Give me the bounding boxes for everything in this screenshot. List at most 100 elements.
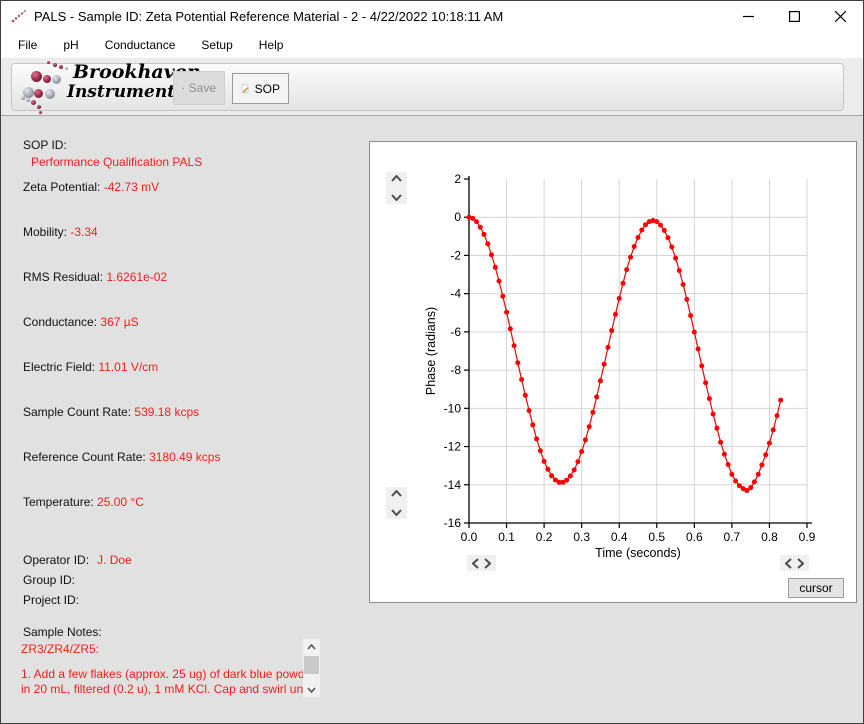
app-logo-icon (10, 8, 28, 24)
id-label: Group ID: (23, 573, 75, 587)
logo-dot (26, 98, 30, 102)
logo-dot (65, 67, 68, 70)
menu-item-help[interactable]: Help (246, 34, 297, 56)
y-axis-upper-spinner (386, 172, 407, 204)
menu-bar: FilepHConductanceSetupHelp (1, 31, 863, 58)
result-label: Sample Count Rate: (23, 405, 131, 419)
sample-notes-text: in 20 mL, filtered (0.2 u), 1 mM KCl. Ca… (21, 682, 312, 696)
logo-dot (34, 89, 43, 98)
svg-text:0: 0 (454, 210, 461, 224)
brookhaven-logo: Brookhaven Instruments (21, 59, 181, 115)
save-floppy-icon (182, 81, 184, 96)
notes-scrollbar-thumb[interactable] (304, 656, 319, 674)
chevron-up-icon (307, 644, 316, 650)
spin-up-button[interactable] (386, 175, 407, 182)
result-label: Zeta Potential: (23, 180, 100, 194)
result-value: 25.00 °C (97, 495, 144, 509)
result-value: 539.18 kcps (134, 405, 199, 419)
result-row: Temperature: 25.00 °C (23, 495, 144, 509)
chevron-right-icon (484, 558, 491, 569)
id-row: Group ID: (23, 573, 83, 587)
x-axis-right-spinner (780, 555, 809, 571)
svg-text:-16: -16 (444, 516, 462, 530)
chevron-down-icon (391, 194, 402, 201)
result-row: Zeta Potential: -42.73 mV (23, 180, 159, 194)
client-area: SOP ID: Performance Qualification PALS Z… (1, 116, 863, 724)
spin-right-button[interactable] (482, 558, 494, 569)
menu-item-setup[interactable]: Setup (188, 34, 245, 56)
sample-notes-line: 1. Add a few flakes (approx. 25 ug) of d… (21, 667, 315, 681)
id-label: Project ID: (23, 593, 79, 607)
menu-item-conductance[interactable]: Conductance (92, 34, 189, 56)
svg-text:0.8: 0.8 (761, 530, 778, 544)
minimize-button[interactable] (725, 1, 771, 31)
cursor-button[interactable]: cursor (788, 578, 844, 598)
spin-left-button[interactable] (783, 558, 795, 569)
notes-scrollbar[interactable] (303, 639, 320, 697)
id-row: Operator ID:J. Doe (23, 553, 132, 567)
result-label: RMS Residual: (23, 270, 103, 284)
menu-item-ph[interactable]: pH (50, 34, 91, 56)
svg-text:0.4: 0.4 (611, 530, 628, 544)
save-button-label: Save (189, 81, 216, 95)
chevron-right-icon (797, 558, 804, 569)
result-label: Mobility: (23, 225, 67, 239)
notes-scroll-up-button[interactable] (303, 639, 320, 654)
svg-text:Phase (radians): Phase (radians) (424, 307, 438, 395)
chevron-up-icon (391, 175, 402, 182)
logo-dot (45, 89, 55, 99)
result-value: 367 µS (100, 315, 138, 329)
logo-dot (37, 105, 41, 109)
sop-id-label-text: SOP ID: (23, 138, 67, 152)
svg-text:-4: -4 (450, 287, 461, 301)
svg-text:-8: -8 (450, 363, 461, 377)
chevron-left-icon (472, 558, 479, 569)
sop-id-value: Performance Qualification PALS (31, 155, 202, 169)
notes-scroll-down-button[interactable] (303, 682, 320, 697)
spin-down-button[interactable] (386, 194, 407, 201)
result-value: 1.6261e-02 (106, 270, 167, 284)
result-label: Reference Count Rate: (23, 450, 146, 464)
title-bar: PALS - Sample ID: Zeta Potential Referen… (1, 1, 863, 31)
id-value: J. Doe (97, 553, 132, 567)
x-axis-left-spinner (467, 555, 496, 571)
logo-dot (31, 100, 36, 105)
cursor-button-label: cursor (799, 581, 832, 595)
svg-text:0.7: 0.7 (724, 530, 741, 544)
sample-notes-label: Sample Notes: (23, 625, 102, 639)
sample-notes-line: ZR3/ZR4/ZR5: (21, 642, 99, 656)
spin-down-button[interactable] (386, 509, 407, 516)
sample-notes-text: ZR3/ZR4/ZR5: (21, 642, 99, 656)
spin-left-button[interactable] (470, 558, 482, 569)
menu-item-file[interactable]: File (9, 34, 50, 56)
sample-notes-text: 1. Add a few flakes (approx. 25 ug) of d… (21, 667, 315, 681)
save-button[interactable]: Save (173, 71, 225, 105)
svg-text:0.2: 0.2 (536, 530, 553, 544)
result-label: Electric Field: (23, 360, 95, 374)
close-icon (835, 11, 846, 22)
logo-dot (59, 65, 63, 69)
close-button[interactable] (817, 1, 863, 31)
logo-dot (47, 61, 50, 64)
result-row: Electric Field: 11.01 V/cm (23, 360, 158, 374)
result-row: Sample Count Rate: 539.18 kcps (23, 405, 199, 419)
spin-up-button[interactable] (386, 490, 407, 497)
window-title: PALS - Sample ID: Zeta Potential Referen… (34, 9, 503, 24)
svg-text:0.5: 0.5 (648, 530, 665, 544)
minimize-icon (743, 11, 754, 22)
sop-button[interactable]: SOP (232, 73, 289, 104)
spin-right-button[interactable] (795, 558, 807, 569)
logo-dot (53, 63, 57, 67)
maximize-button[interactable] (771, 1, 817, 31)
result-row: Reference Count Rate: 3180.49 kcps (23, 450, 220, 464)
chevron-left-icon (785, 558, 792, 569)
sop-id-value-text: Performance Qualification PALS (31, 155, 202, 169)
chevron-up-icon (391, 490, 402, 497)
result-value: -42.73 mV (104, 180, 159, 194)
chevron-down-icon (307, 687, 316, 693)
phase-chart-panel: 20-2-4-6-8-10-12-14-160.00.10.20.30.40.5… (369, 141, 857, 603)
svg-text:Time (seconds): Time (seconds) (595, 546, 681, 560)
sop-id-label: SOP ID: (23, 138, 67, 152)
y-axis-lower-spinner (386, 487, 407, 519)
svg-text:-14: -14 (444, 478, 462, 492)
